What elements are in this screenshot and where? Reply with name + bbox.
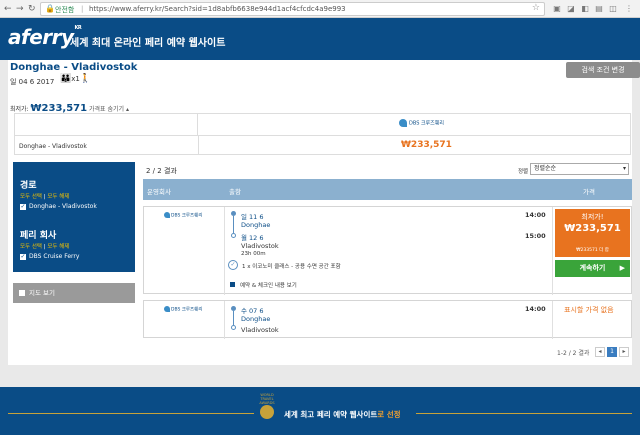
passenger-icon: 👪x1🚶 (60, 74, 92, 84)
award-text: 세계 최고 페리 예약 웹사이트로 선정 (284, 410, 401, 419)
search-date: 일 04 6 2017 (10, 78, 55, 86)
wave-icon (164, 306, 170, 312)
footer-divider (416, 413, 632, 414)
column-departure: 출항 (229, 188, 241, 196)
bookmark-star-icon[interactable]: ☆ (532, 3, 540, 13)
extension-icon[interactable]: ▤ (594, 4, 604, 14)
footer-divider (8, 413, 254, 414)
result-card: DBS 크루즈훼리 수 07 6 Donghae 14:00 Vladivost… (143, 300, 632, 339)
grid-icon (230, 282, 235, 287)
arrival-dot-icon (231, 233, 236, 238)
column-price: 가격 (583, 188, 595, 196)
company-filter-links: 모두 선택 | 모두 해제 (20, 244, 70, 250)
price-comparison-table: DBS 크루즈훼리 Donghae - Vladivostok ₩233,571 (14, 113, 631, 155)
passenger-count: x1 (71, 75, 80, 83)
operator-logo: DBS 크루즈훼리 (164, 212, 202, 219)
secure-label: 안전함 (55, 6, 75, 14)
comparison-route: Donghae - Vladivostok (19, 143, 87, 150)
pager-next-button[interactable]: ▸ (619, 347, 629, 357)
arrival-time: 15:00 (525, 232, 546, 240)
address-separator: | (81, 5, 84, 13)
arrival-port: Vladivostok (241, 326, 279, 334)
browser-chrome: ← → ↻ 🔒 안전함 | https://www.aferry.kr/Sear… (0, 0, 640, 18)
award-badge-text: WORLD TRAVEL AWARDS (259, 393, 275, 405)
operator-logo: DBS 크루즈훼리 (164, 306, 202, 313)
results-header: 운영회사 출항 가격 (143, 179, 632, 200)
arrival-dot-icon (231, 325, 236, 330)
map-icon (19, 290, 25, 296)
hide-price-table-link[interactable]: 가격표 숨기기 ▴ (89, 106, 129, 113)
chevron-down-icon: ▾ (622, 165, 626, 172)
departure-port: Donghae (241, 315, 271, 323)
award-laurel-icon: WORLD TRAVEL AWARDS (258, 393, 276, 427)
departure-time: 14:00 (525, 211, 546, 219)
filter-sidebar: 경로 모두 선택 | 모두 해제 ✓ Donghae - Vladivostok … (13, 162, 135, 272)
extension-icon[interactable]: ◫ (608, 4, 618, 14)
no-price-text: 표시할 가격 없음 (564, 306, 614, 314)
route-filter-title: 경로 (20, 181, 37, 191)
company-checkbox[interactable]: ✓ DBS Cruise Ferry (20, 253, 79, 260)
site-footer: WORLD TRAVEL AWARDS 세계 최고 페리 예약 웹사이트로 선정 (0, 387, 640, 435)
site-header: aferryKR 세계 최대 온라인 페리 예약 웹사이트 (0, 18, 640, 60)
results-count: 2 / 2 결과 (146, 167, 177, 175)
continue-button[interactable]: 계속하기 ▶ (555, 260, 630, 277)
cabin-description: 1 x 이코노미 클래스 - 공용 수면 공간 포함 (242, 264, 341, 270)
menu-icon[interactable]: ⋮ (624, 4, 634, 14)
trip-duration: 23h 00m (241, 251, 266, 257)
lowest-label: 최저가: (10, 106, 29, 113)
company-select-all[interactable]: 모두 선택 (20, 244, 42, 250)
departure-port: Donghae (241, 221, 271, 229)
url-text[interactable]: https://www.aferry.kr/Search?sid=1d8abfb… (89, 5, 346, 13)
sort-label: 정렬 (518, 169, 529, 175)
award-medal-icon (260, 405, 274, 419)
arrival-port: Vladivostok (241, 242, 279, 250)
price-note: ₩233571 더 합 (576, 248, 609, 253)
route-select-all[interactable]: 모두 선택 (20, 194, 42, 200)
route-clear-all[interactable]: 모두 해제 (47, 194, 69, 200)
result-card: DBS 크루즈훼리 일 11 6 Donghae 14:00 월 12 6 Vl… (143, 206, 632, 295)
lock-icon: 🔒 (45, 4, 55, 13)
checkbox-checked-icon[interactable]: ✓ (20, 203, 26, 210)
comparison-header-cell (15, 114, 198, 136)
check-circle-icon: ✓ (228, 260, 238, 270)
wave-icon (164, 212, 170, 218)
departure-time: 14:00 (525, 305, 546, 313)
company-clear-all[interactable]: 모두 해제 (47, 244, 69, 250)
site-tagline: 세계 최대 온라인 페리 예약 웹사이트 (70, 38, 226, 49)
comparison-header (15, 114, 630, 136)
booking-details-link[interactable]: 예약 & 체크인 내용 보기 (240, 281, 297, 289)
checkbox-checked-icon[interactable]: ✓ (20, 253, 26, 260)
map-view-button[interactable]: 지도 보기 (13, 283, 135, 303)
back-icon[interactable]: ← (4, 3, 12, 15)
pdf-extension-icon[interactable]: ◪ (566, 4, 576, 14)
reload-icon[interactable]: ↻ (28, 3, 36, 15)
route-checkbox[interactable]: ✓ Donghae - Vladivostok (20, 203, 97, 210)
extension-icon[interactable]: ◧ (580, 4, 590, 14)
route-filter-links: 모두 선택 | 모두 해제 (20, 194, 70, 200)
best-price-label: 최저가! (581, 213, 604, 221)
address-bar[interactable]: 🔒 안전함 | https://www.aferry.kr/Search?sid… (40, 2, 545, 16)
sort-select[interactable]: 정렬순순 ▾ (530, 163, 629, 175)
pager-page-1[interactable]: 1 (607, 347, 617, 357)
company-filter-title: 페리 회사 (20, 231, 57, 241)
forward-icon[interactable]: → (16, 3, 24, 15)
best-price-value: ₩233,571 (564, 223, 621, 234)
departure-date: 일 11 6 (241, 213, 264, 221)
arrival-date: 월 12 6 (241, 234, 264, 242)
column-operator: 운영회사 (147, 188, 171, 196)
operator-logo: DBS 크루즈훼리 (399, 119, 444, 127)
play-arrow-icon: ▶ (619, 264, 625, 272)
extension-icon[interactable]: ▣ (552, 4, 562, 14)
comparison-price[interactable]: ₩233,571 (401, 140, 452, 150)
pager-range: 1-2 / 2 결과 (557, 350, 590, 357)
search-route: Donghae - Vladivostok (10, 62, 138, 73)
best-price-box[interactable]: 최저가! ₩233,571 ₩233571 더 합 (555, 209, 630, 257)
change-search-button[interactable]: 검색 조건 변경 (566, 62, 640, 78)
wave-icon (399, 119, 407, 127)
pager-prev-button[interactable]: ◂ (595, 347, 605, 357)
departure-date: 수 07 6 (241, 307, 264, 315)
